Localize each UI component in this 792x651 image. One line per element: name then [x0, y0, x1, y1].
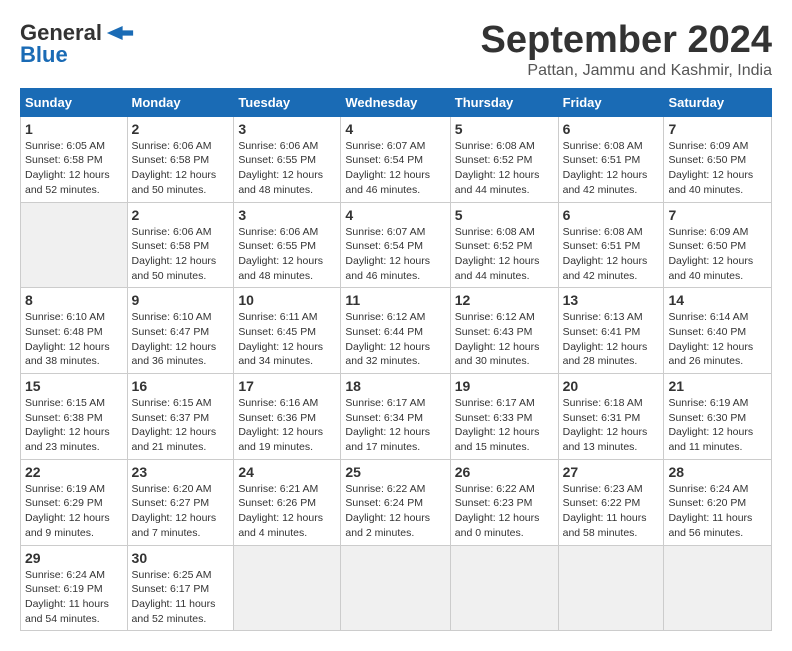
calendar-day-6: 6Sunrise: 6:08 AMSunset: 6:51 PMDaylight… [558, 202, 664, 288]
calendar-day-3: 3Sunrise: 6:06 AMSunset: 6:55 PMDaylight… [234, 202, 341, 288]
header-monday: Monday [127, 88, 234, 116]
calendar-day-7: 7Sunrise: 6:09 AMSunset: 6:50 PMDaylight… [664, 202, 772, 288]
calendar-day-9: 9Sunrise: 6:10 AMSunset: 6:47 PMDaylight… [127, 288, 234, 374]
header-sunday: Sunday [21, 88, 128, 116]
calendar-day-22: 22Sunrise: 6:19 AMSunset: 6:29 PMDayligh… [21, 459, 128, 545]
calendar-day-6: 6Sunrise: 6:08 AMSunset: 6:51 PMDaylight… [558, 116, 664, 202]
header-friday: Friday [558, 88, 664, 116]
calendar-day-17: 17Sunrise: 6:16 AMSunset: 6:36 PMDayligh… [234, 374, 341, 460]
calendar-day-23: 23Sunrise: 6:20 AMSunset: 6:27 PMDayligh… [127, 459, 234, 545]
calendar-day-14: 14Sunrise: 6:14 AMSunset: 6:40 PMDayligh… [664, 288, 772, 374]
header-saturday: Saturday [664, 88, 772, 116]
calendar-body: 1 Sunrise: 6:05 AMSunset: 6:58 PMDaylight… [21, 116, 772, 631]
page-header: General Blue September 2024 Pattan, Jamm… [20, 20, 772, 80]
calendar-day-18: 18Sunrise: 6:17 AMSunset: 6:34 PMDayligh… [341, 374, 450, 460]
calendar-day-16: 16Sunrise: 6:15 AMSunset: 6:37 PMDayligh… [127, 374, 234, 460]
calendar-day-1: 1 Sunrise: 6:05 AMSunset: 6:58 PMDaylight… [21, 116, 128, 202]
location-subtitle: Pattan, Jammu and Kashmir, India [481, 62, 773, 80]
calendar-day-7: 7Sunrise: 6:09 AMSunset: 6:50 PMDaylight… [664, 116, 772, 202]
header-thursday: Thursday [450, 88, 558, 116]
calendar-day-10: 10Sunrise: 6:11 AMSunset: 6:45 PMDayligh… [234, 288, 341, 374]
calendar-day-27: 27Sunrise: 6:23 AMSunset: 6:22 PMDayligh… [558, 459, 664, 545]
calendar-day-8: 8Sunrise: 6:10 AMSunset: 6:48 PMDaylight… [21, 288, 128, 374]
calendar-week-5: 29Sunrise: 6:24 AMSunset: 6:19 PMDayligh… [21, 545, 772, 631]
calendar-week-3: 15Sunrise: 6:15 AMSunset: 6:38 PMDayligh… [21, 374, 772, 460]
logo-blue: Blue [20, 42, 68, 68]
calendar-day-13: 13Sunrise: 6:13 AMSunset: 6:41 PMDayligh… [558, 288, 664, 374]
calendar-day-5: 5Sunrise: 6:08 AMSunset: 6:52 PMDaylight… [450, 202, 558, 288]
calendar-day-2: 2Sunrise: 6:06 AMSunset: 6:58 PMDaylight… [127, 116, 234, 202]
day-info: Sunrise: 6:05 AMSunset: 6:58 PMDaylight:… [25, 140, 110, 196]
calendar-day-5: 5Sunrise: 6:08 AMSunset: 6:52 PMDaylight… [450, 116, 558, 202]
calendar-day-empty [234, 545, 341, 631]
calendar-day-empty [558, 545, 664, 631]
logo-arrow-icon [106, 26, 134, 40]
calendar-day-19: 19Sunrise: 6:17 AMSunset: 6:33 PMDayligh… [450, 374, 558, 460]
day-number: 1 [25, 121, 123, 137]
calendar-table: SundayMondayTuesdayWednesdayThursdayFrid… [20, 88, 772, 632]
calendar-day-24: 24Sunrise: 6:21 AMSunset: 6:26 PMDayligh… [234, 459, 341, 545]
calendar-day-21: 21Sunrise: 6:19 AMSunset: 6:30 PMDayligh… [664, 374, 772, 460]
month-title: September 2024 [481, 20, 773, 62]
title-block: September 2024 Pattan, Jammu and Kashmir… [481, 20, 773, 80]
header-wednesday: Wednesday [341, 88, 450, 116]
calendar-header-row: SundayMondayTuesdayWednesdayThursdayFrid… [21, 88, 772, 116]
calendar-day-12: 12Sunrise: 6:12 AMSunset: 6:43 PMDayligh… [450, 288, 558, 374]
calendar-day-empty [341, 545, 450, 631]
calendar-day-empty [450, 545, 558, 631]
calendar-day-4: 4Sunrise: 6:07 AMSunset: 6:54 PMDaylight… [341, 202, 450, 288]
calendar-week-0: 1 Sunrise: 6:05 AMSunset: 6:58 PMDaylight… [21, 116, 772, 202]
calendar-day-25: 25Sunrise: 6:22 AMSunset: 6:24 PMDayligh… [341, 459, 450, 545]
calendar-day-15: 15Sunrise: 6:15 AMSunset: 6:38 PMDayligh… [21, 374, 128, 460]
calendar-week-4: 22Sunrise: 6:19 AMSunset: 6:29 PMDayligh… [21, 459, 772, 545]
calendar-day-empty [664, 545, 772, 631]
header-tuesday: Tuesday [234, 88, 341, 116]
calendar-week-2: 8Sunrise: 6:10 AMSunset: 6:48 PMDaylight… [21, 288, 772, 374]
calendar-day-20: 20Sunrise: 6:18 AMSunset: 6:31 PMDayligh… [558, 374, 664, 460]
calendar-day-29: 29Sunrise: 6:24 AMSunset: 6:19 PMDayligh… [21, 545, 128, 631]
calendar-week-1: 2Sunrise: 6:06 AMSunset: 6:58 PMDaylight… [21, 202, 772, 288]
calendar-day-26: 26Sunrise: 6:22 AMSunset: 6:23 PMDayligh… [450, 459, 558, 545]
calendar-day-2: 2Sunrise: 6:06 AMSunset: 6:58 PMDaylight… [127, 202, 234, 288]
logo: General Blue [20, 20, 134, 68]
calendar-day-4: 4Sunrise: 6:07 AMSunset: 6:54 PMDaylight… [341, 116, 450, 202]
calendar-day-28: 28Sunrise: 6:24 AMSunset: 6:20 PMDayligh… [664, 459, 772, 545]
calendar-day-11: 11Sunrise: 6:12 AMSunset: 6:44 PMDayligh… [341, 288, 450, 374]
calendar-day-3: 3Sunrise: 6:06 AMSunset: 6:55 PMDaylight… [234, 116, 341, 202]
calendar-day-empty [21, 202, 128, 288]
calendar-day-30: 30Sunrise: 6:25 AMSunset: 6:17 PMDayligh… [127, 545, 234, 631]
